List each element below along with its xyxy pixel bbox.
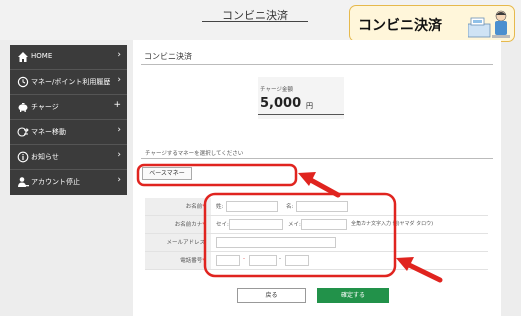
- main-panel: コンビニ決済 チャージ金額 5,000 円 チャージするマネーを選択してください…: [133, 40, 501, 316]
- panel-title: コンビニ決済: [144, 52, 192, 61]
- divider: [141, 158, 493, 159]
- kana-label: お名前カナ: [174, 222, 203, 228]
- label-cell: メールアドレス: [145, 234, 211, 251]
- amount-unit: 円: [306, 102, 313, 110]
- chevron-right-icon: ›: [117, 150, 121, 160]
- app-window: コンビニ決済 コンビニ決済 HOME › マネー/ポイント利用履歴 › チャージ…: [0, 0, 521, 316]
- form-row-phone: 電話番号* - -: [145, 252, 488, 270]
- label-cell: 電話番号*: [145, 252, 211, 269]
- sidebar-item-label: アカウント停止: [31, 178, 80, 186]
- home-icon: [18, 52, 28, 62]
- amount-value: 5,000: [260, 96, 302, 111]
- top-bar: コンビニ決済 コンビニ決済: [0, 0, 521, 42]
- sidebar-item-notices[interactable]: お知らせ ›: [10, 145, 127, 170]
- kana-hint: 全角カナ文字入力 例)ヤマダ タロウ): [351, 221, 434, 227]
- badge-title: コンビニ決済: [358, 18, 442, 34]
- required-mark: *: [202, 222, 205, 228]
- chevron-right-icon: ›: [117, 125, 121, 135]
- first-name-input[interactable]: [296, 201, 348, 212]
- sei-label: 姓:: [216, 204, 224, 210]
- sidebar-item-label: マネー/ポイント利用履歴: [31, 78, 111, 86]
- label-cell: お名前*: [145, 198, 211, 215]
- required-mark: *: [202, 258, 205, 264]
- confirm-button[interactable]: 確定する: [317, 288, 389, 303]
- last-name-input[interactable]: [226, 201, 278, 212]
- clock-icon: [17, 76, 29, 88]
- form-row-name: お名前* 姓: 名:: [145, 198, 488, 216]
- sidebar-item-charge[interactable]: チャージ +: [10, 95, 127, 120]
- kana-sei-label: セイ:: [216, 222, 229, 228]
- sidebar: HOME › マネー/ポイント利用履歴 › チャージ + マネー移動 › お知ら…: [10, 45, 127, 195]
- label-cell: お名前カナ*: [145, 216, 211, 233]
- amount-underline: [258, 114, 344, 115]
- sidebar-item-label: お知らせ: [31, 153, 59, 161]
- name-label: お名前: [185, 204, 203, 210]
- sidebar-item-label: チャージ: [31, 103, 59, 111]
- sidebar-item-home[interactable]: HOME ›: [10, 45, 127, 70]
- section-badge: コンビニ決済: [349, 5, 515, 42]
- customer-form: お名前* 姓: 名: お名前カナ* セイ: メイ: 全角カナ文字入力 例)ヤマダ…: [145, 198, 488, 270]
- user-stop-icon: [18, 177, 29, 187]
- amount-label: チャージ金額: [260, 87, 293, 93]
- piggy-bank-icon: [18, 103, 28, 112]
- form-row-email: メールアドレス: [145, 234, 488, 252]
- phone-label: 電話番号: [180, 258, 203, 264]
- info-icon: [17, 151, 29, 163]
- sidebar-item-money-transfer[interactable]: マネー移動 ›: [10, 120, 127, 145]
- first-name-kana-input[interactable]: [301, 219, 347, 230]
- sidebar-item-label: HOME: [31, 52, 53, 60]
- phone-separator: -: [279, 256, 281, 262]
- divider: [141, 64, 493, 65]
- base-money-option-button[interactable]: ベースマネー: [142, 167, 192, 180]
- phone-separator: -: [243, 256, 245, 262]
- mei-label: 名:: [286, 204, 294, 210]
- sidebar-item-account-stop[interactable]: アカウント停止 ›: [10, 170, 127, 195]
- email-input[interactable]: [216, 237, 336, 248]
- back-button[interactable]: 戻る: [237, 288, 306, 303]
- sidebar-item-label: マネー移動: [31, 128, 66, 136]
- phone-part3-input[interactable]: [285, 255, 309, 266]
- phone-part2-input[interactable]: [249, 255, 277, 266]
- kana-mei-label: メイ:: [288, 222, 301, 228]
- form-row-kana: お名前カナ* セイ: メイ: 全角カナ文字入力 例)ヤマダ タロウ): [145, 216, 488, 234]
- plus-icon: +: [113, 100, 121, 110]
- transfer-icon: [17, 127, 29, 137]
- email-label: メールアドレス: [166, 240, 205, 246]
- chevron-right-icon: ›: [117, 75, 121, 85]
- last-name-kana-input[interactable]: [229, 219, 283, 230]
- required-mark: *: [202, 204, 205, 210]
- chevron-right-icon: ›: [117, 50, 121, 60]
- cashier-illustration-icon: [468, 10, 510, 38]
- chevron-right-icon: ›: [117, 175, 121, 185]
- phone-part1-input[interactable]: [216, 255, 240, 266]
- sidebar-item-history[interactable]: マネー/ポイント利用履歴 ›: [10, 70, 127, 95]
- header-underline: [202, 21, 308, 22]
- money-select-label: チャージするマネーを選択してください: [145, 151, 244, 157]
